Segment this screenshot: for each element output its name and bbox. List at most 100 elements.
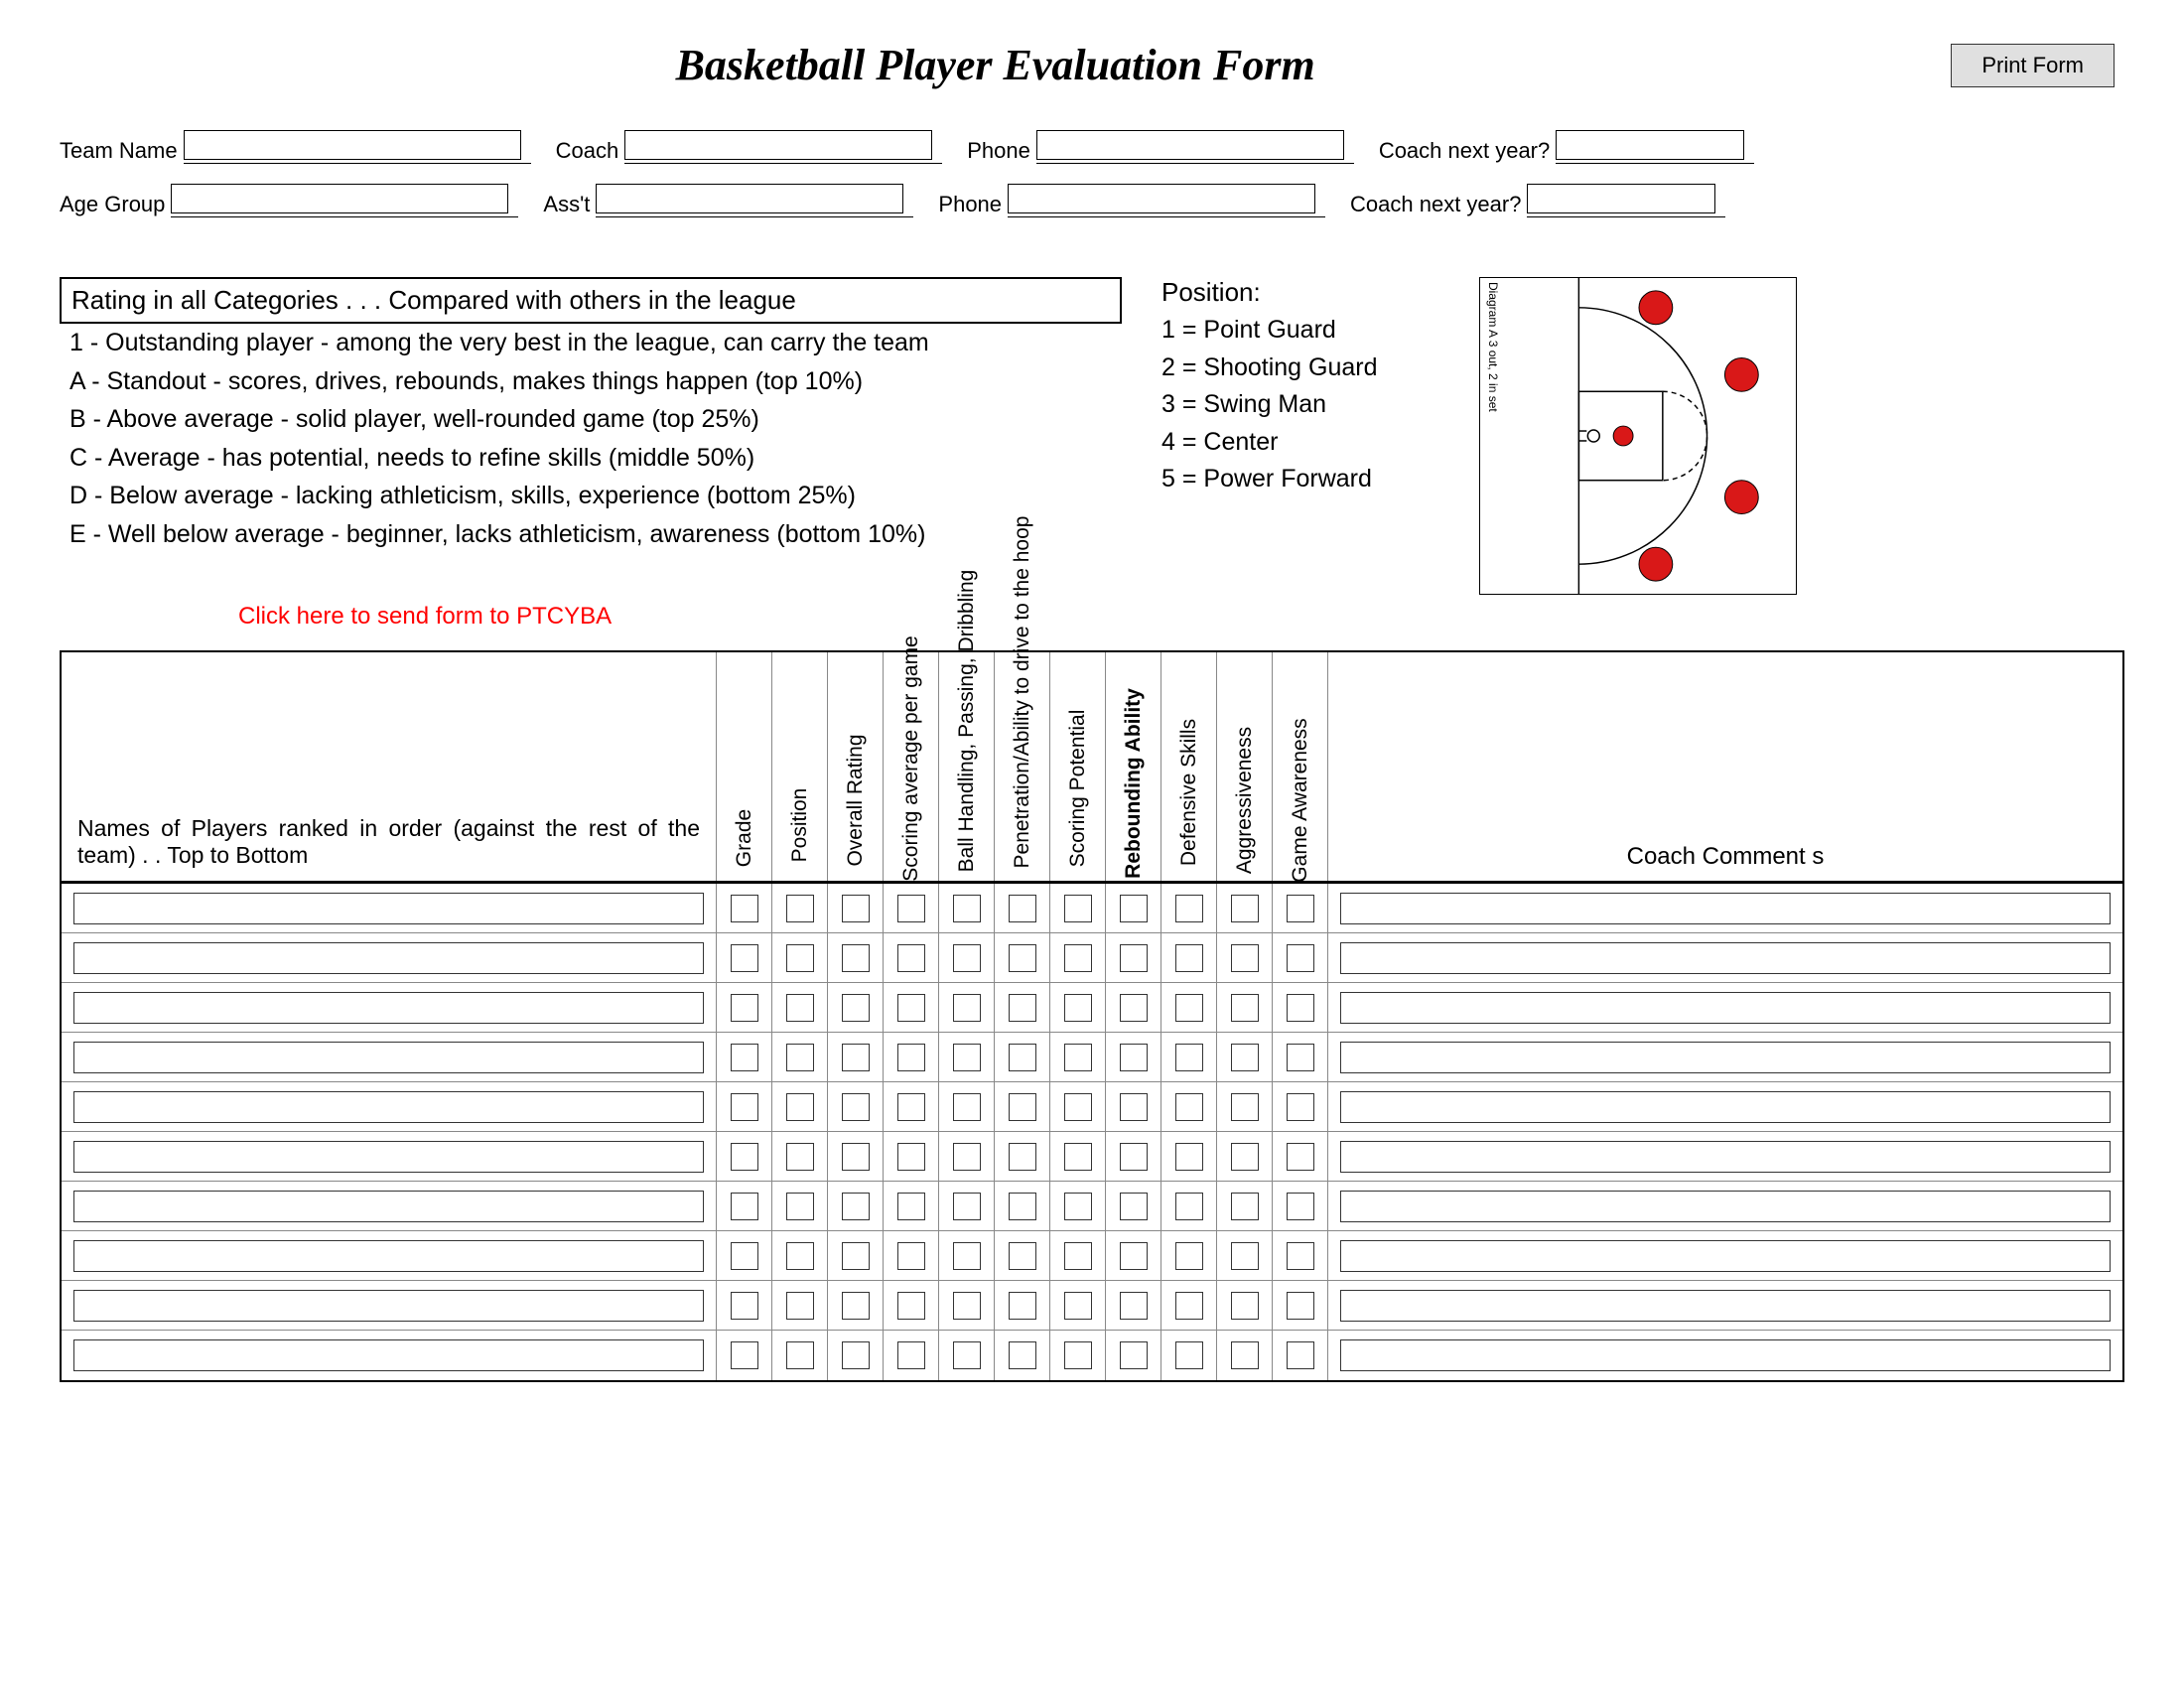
- player-name-input[interactable]: [73, 942, 704, 974]
- rating-box-input[interactable]: [1120, 1292, 1148, 1320]
- rating-box-input[interactable]: [1231, 1292, 1259, 1320]
- rating-box-input[interactable]: [953, 1242, 981, 1270]
- rating-box-input[interactable]: [842, 1341, 870, 1369]
- rating-box-input[interactable]: [731, 994, 758, 1022]
- rating-box-input[interactable]: [1287, 895, 1314, 922]
- rating-box-input[interactable]: [1120, 1341, 1148, 1369]
- rating-box-input[interactable]: [1287, 1093, 1314, 1121]
- rating-box-input[interactable]: [1120, 944, 1148, 972]
- print-button[interactable]: Print Form: [1951, 44, 2115, 87]
- rating-box-input[interactable]: [897, 1242, 925, 1270]
- info-input[interactable]: [596, 184, 903, 213]
- rating-box-input[interactable]: [842, 1143, 870, 1171]
- rating-box-input[interactable]: [953, 994, 981, 1022]
- comments-input[interactable]: [1340, 1042, 2111, 1073]
- info-input[interactable]: [1527, 184, 1715, 213]
- rating-box-input[interactable]: [1064, 944, 1092, 972]
- comments-input[interactable]: [1340, 1290, 2111, 1322]
- rating-box-input[interactable]: [1231, 895, 1259, 922]
- info-input[interactable]: [171, 184, 508, 213]
- rating-box-input[interactable]: [1009, 1341, 1036, 1369]
- rating-box-input[interactable]: [1064, 1193, 1092, 1220]
- rating-box-input[interactable]: [1009, 1093, 1036, 1121]
- rating-box-input[interactable]: [786, 1193, 814, 1220]
- rating-box-input[interactable]: [1175, 1193, 1203, 1220]
- rating-box-input[interactable]: [1009, 1193, 1036, 1220]
- rating-box-input[interactable]: [1231, 1143, 1259, 1171]
- rating-box-input[interactable]: [842, 895, 870, 922]
- rating-box-input[interactable]: [1287, 1143, 1314, 1171]
- rating-box-input[interactable]: [731, 1093, 758, 1121]
- rating-box-input[interactable]: [897, 944, 925, 972]
- rating-box-input[interactable]: [731, 1143, 758, 1171]
- rating-box-input[interactable]: [1175, 895, 1203, 922]
- rating-box-input[interactable]: [1120, 1193, 1148, 1220]
- rating-box-input[interactable]: [1120, 1242, 1148, 1270]
- rating-box-input[interactable]: [1064, 1143, 1092, 1171]
- comments-input[interactable]: [1340, 942, 2111, 974]
- rating-box-input[interactable]: [786, 1143, 814, 1171]
- rating-box-input[interactable]: [1231, 1242, 1259, 1270]
- rating-box-input[interactable]: [1120, 1143, 1148, 1171]
- rating-box-input[interactable]: [1009, 994, 1036, 1022]
- send-form-link[interactable]: Click here to send form to PTCYBA: [238, 603, 2144, 631]
- comments-input[interactable]: [1340, 1091, 2111, 1123]
- rating-box-input[interactable]: [786, 1292, 814, 1320]
- rating-box-input[interactable]: [731, 1193, 758, 1220]
- rating-box-input[interactable]: [1175, 1044, 1203, 1071]
- rating-box-input[interactable]: [1175, 1242, 1203, 1270]
- rating-box-input[interactable]: [731, 944, 758, 972]
- rating-box-input[interactable]: [1231, 944, 1259, 972]
- rating-box-input[interactable]: [1064, 1093, 1092, 1121]
- player-name-input[interactable]: [73, 1141, 704, 1173]
- rating-box-input[interactable]: [842, 994, 870, 1022]
- rating-box-input[interactable]: [786, 895, 814, 922]
- comments-input[interactable]: [1340, 1339, 2111, 1371]
- rating-box-input[interactable]: [1064, 1292, 1092, 1320]
- rating-box-input[interactable]: [1009, 1242, 1036, 1270]
- rating-box-input[interactable]: [953, 1093, 981, 1121]
- rating-box-input[interactable]: [1120, 994, 1148, 1022]
- comments-input[interactable]: [1340, 992, 2111, 1024]
- comments-input[interactable]: [1340, 1141, 2111, 1173]
- rating-box-input[interactable]: [1231, 1093, 1259, 1121]
- player-name-input[interactable]: [73, 1091, 704, 1123]
- info-input[interactable]: [184, 130, 521, 160]
- comments-input[interactable]: [1340, 893, 2111, 924]
- rating-box-input[interactable]: [897, 1093, 925, 1121]
- rating-box-input[interactable]: [731, 1044, 758, 1071]
- rating-box-input[interactable]: [1009, 1292, 1036, 1320]
- rating-box-input[interactable]: [1120, 1044, 1148, 1071]
- rating-box-input[interactable]: [953, 1341, 981, 1369]
- rating-box-input[interactable]: [1009, 944, 1036, 972]
- rating-box-input[interactable]: [897, 994, 925, 1022]
- rating-box-input[interactable]: [897, 895, 925, 922]
- rating-box-input[interactable]: [1287, 994, 1314, 1022]
- rating-box-input[interactable]: [1175, 1341, 1203, 1369]
- rating-box-input[interactable]: [1287, 1193, 1314, 1220]
- info-input[interactable]: [1556, 130, 1744, 160]
- rating-box-input[interactable]: [897, 1193, 925, 1220]
- rating-box-input[interactable]: [1009, 1044, 1036, 1071]
- rating-box-input[interactable]: [1064, 1341, 1092, 1369]
- rating-box-input[interactable]: [1064, 1044, 1092, 1071]
- rating-box-input[interactable]: [1009, 895, 1036, 922]
- rating-box-input[interactable]: [786, 944, 814, 972]
- info-input[interactable]: [1036, 130, 1344, 160]
- rating-box-input[interactable]: [1120, 1093, 1148, 1121]
- rating-box-input[interactable]: [731, 1292, 758, 1320]
- rating-box-input[interactable]: [1287, 1292, 1314, 1320]
- rating-box-input[interactable]: [842, 1044, 870, 1071]
- rating-box-input[interactable]: [1120, 895, 1148, 922]
- rating-box-input[interactable]: [1231, 994, 1259, 1022]
- rating-box-input[interactable]: [1064, 895, 1092, 922]
- player-name-input[interactable]: [73, 1191, 704, 1222]
- rating-box-input[interactable]: [786, 994, 814, 1022]
- comments-input[interactable]: [1340, 1240, 2111, 1272]
- rating-box-input[interactable]: [842, 1093, 870, 1121]
- info-input[interactable]: [1008, 184, 1315, 213]
- rating-box-input[interactable]: [786, 1044, 814, 1071]
- player-name-input[interactable]: [73, 893, 704, 924]
- rating-box-input[interactable]: [1064, 1242, 1092, 1270]
- rating-box-input[interactable]: [1009, 1143, 1036, 1171]
